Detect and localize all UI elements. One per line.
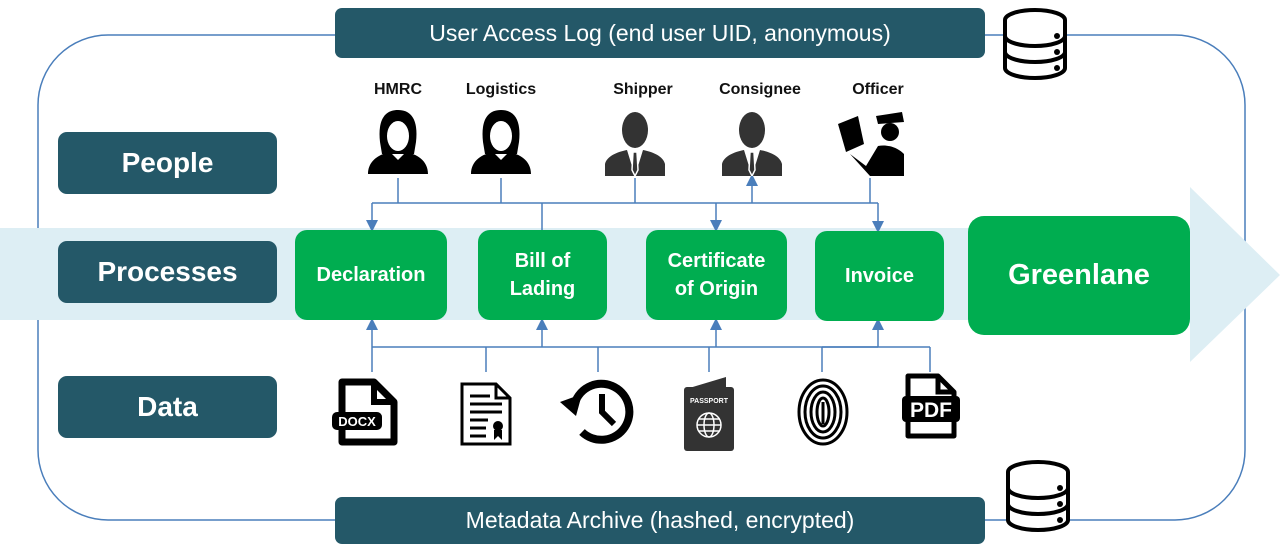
businessman-icon — [722, 112, 782, 176]
person-label-logistics: Logistics — [465, 81, 537, 98]
history-clock-icon — [560, 379, 634, 444]
data-connectors — [366, 318, 931, 372]
person-label-consignee: Consignee — [719, 81, 801, 98]
svg-text:PASSPORT: PASSPORT — [690, 398, 729, 405]
passport-icon: PASSPORT — [684, 377, 734, 451]
docx-file-icon: DOCX — [332, 378, 398, 446]
police-officer-icon — [838, 112, 904, 176]
person-label-shipper: Shipper — [613, 81, 673, 98]
businessman-icon — [605, 112, 665, 176]
database-icon — [1006, 460, 1070, 532]
metadata-archive-bar: Metadata Archive (hashed, encrypted) — [335, 497, 985, 544]
user-access-log-bar: User Access Log (end user UID, anonymous… — [335, 8, 985, 58]
row-label-processes: Processes — [58, 241, 277, 303]
person-label-hmrc: HMRC — [374, 81, 422, 98]
person-label-officer: Officer — [852, 81, 904, 98]
svg-text:PDF: PDF — [910, 399, 952, 422]
outcome-greenlane: Greenlane — [968, 216, 1190, 335]
row-label-people: People — [58, 132, 277, 194]
woman-user-icon — [368, 110, 428, 174]
row-label-data: Data — [58, 376, 277, 438]
process-bill-of-lading: Bill of Lading — [478, 230, 607, 320]
process-declaration: Declaration — [295, 230, 447, 320]
fingerprint-icon — [797, 378, 849, 446]
certificate-document-icon — [460, 382, 512, 446]
woman-user-icon — [471, 110, 531, 174]
pdf-file-icon: PDF — [902, 373, 960, 439]
svg-text:DOCX: DOCX — [338, 414, 376, 429]
process-invoice: Invoice — [815, 231, 944, 321]
process-certificate-of-origin: Certificate of Origin — [646, 230, 787, 320]
people-connectors — [366, 174, 884, 233]
database-icon — [1003, 8, 1067, 80]
